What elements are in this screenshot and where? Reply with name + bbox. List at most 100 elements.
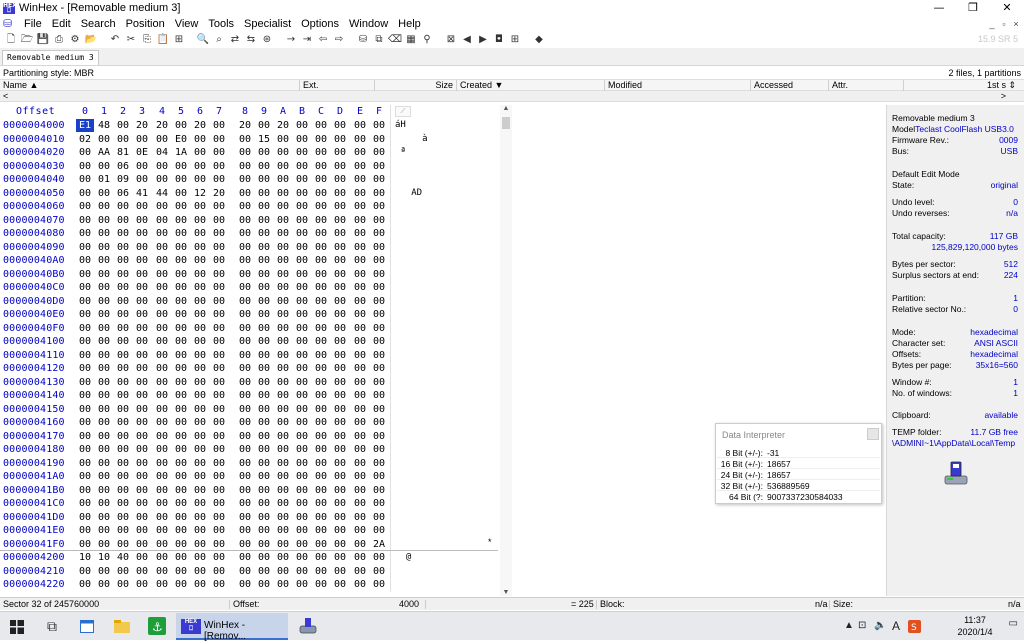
- hex-byte[interactable]: 00: [255, 335, 273, 348]
- hex-byte[interactable]: 00: [172, 173, 190, 186]
- hex-byte[interactable]: 00: [153, 565, 171, 578]
- hex-byte[interactable]: 00: [210, 430, 228, 443]
- print-icon[interactable]: ⎙: [51, 33, 67, 47]
- hex-byte[interactable]: 00: [274, 160, 292, 173]
- hex-byte[interactable]: 00: [236, 281, 254, 294]
- hex-byte[interactable]: 00: [133, 227, 151, 240]
- hex-byte[interactable]: 00: [274, 322, 292, 335]
- hex-byte[interactable]: 00: [133, 403, 151, 416]
- hex-byte[interactable]: 00: [351, 133, 369, 146]
- hex-byte[interactable]: 00: [95, 470, 113, 483]
- hex-byte[interactable]: 01: [95, 173, 113, 186]
- snapshot-icon[interactable]: ◘: [491, 33, 507, 47]
- hex-byte[interactable]: 00: [351, 457, 369, 470]
- column-attr[interactable]: Attr.: [829, 80, 904, 91]
- hex-byte[interactable]: 00: [236, 200, 254, 213]
- hex-byte[interactable]: 00: [351, 295, 369, 308]
- hex-byte[interactable]: 00: [114, 403, 132, 416]
- hex-byte[interactable]: 00: [293, 268, 311, 281]
- hex-byte[interactable]: 00: [370, 484, 388, 497]
- column-size[interactable]: Size: [375, 80, 457, 91]
- hex-byte[interactable]: 00: [293, 349, 311, 362]
- hex-byte[interactable]: 00: [331, 484, 349, 497]
- hex-byte[interactable]: 00: [172, 254, 190, 267]
- menu-help[interactable]: Help: [393, 16, 426, 32]
- hex-vertical-scrollbar[interactable]: ▲ ▼: [500, 105, 512, 596]
- hex-byte[interactable]: 00: [210, 416, 228, 429]
- hex-byte[interactable]: 00: [236, 187, 254, 200]
- hex-byte[interactable]: 00: [95, 524, 113, 537]
- hex-byte[interactable]: 00: [255, 403, 273, 416]
- hex-byte[interactable]: 00: [236, 497, 254, 510]
- hex-byte[interactable]: 00: [95, 214, 113, 227]
- row-text[interactable]: @: [395, 551, 411, 564]
- hex-byte[interactable]: 00: [95, 308, 113, 321]
- hex-byte[interactable]: 00: [331, 173, 349, 186]
- hex-byte[interactable]: 00: [293, 443, 311, 456]
- hex-byte[interactable]: 00: [370, 187, 388, 200]
- hex-byte[interactable]: 00: [274, 268, 292, 281]
- hex-byte[interactable]: 00: [293, 389, 311, 402]
- hex-byte[interactable]: 00: [370, 308, 388, 321]
- hex-byte[interactable]: 00: [95, 160, 113, 173]
- hex-byte[interactable]: 00: [95, 362, 113, 375]
- row-text[interactable]: AD: [395, 187, 422, 200]
- hex-byte[interactable]: 00: [236, 160, 254, 173]
- hex-byte[interactable]: 00: [210, 362, 228, 375]
- hex-byte[interactable]: 00: [293, 227, 311, 240]
- hex-byte[interactable]: 00: [255, 389, 273, 402]
- hex-byte[interactable]: 00: [236, 295, 254, 308]
- hex-byte[interactable]: 00: [210, 119, 228, 132]
- hex-byte[interactable]: 00: [95, 133, 113, 146]
- hex-byte[interactable]: 00: [172, 200, 190, 213]
- hex-byte[interactable]: 00: [351, 214, 369, 227]
- hex-byte[interactable]: 00: [95, 457, 113, 470]
- hex-byte[interactable]: 00: [312, 133, 330, 146]
- hex-byte[interactable]: 00: [370, 524, 388, 537]
- hex-byte[interactable]: 00: [153, 214, 171, 227]
- hex-byte[interactable]: E0: [172, 133, 190, 146]
- hex-byte[interactable]: 00: [114, 281, 132, 294]
- goto-sector-icon[interactable]: ⇥: [299, 33, 315, 47]
- hex-byte[interactable]: 00: [153, 416, 171, 429]
- hex-byte[interactable]: 00: [370, 470, 388, 483]
- hex-byte[interactable]: 00: [274, 146, 292, 159]
- hex-byte[interactable]: 00: [172, 551, 190, 564]
- hex-byte[interactable]: 00: [312, 484, 330, 497]
- hex-byte[interactable]: 00: [274, 362, 292, 375]
- hex-byte[interactable]: 00: [133, 578, 151, 591]
- hex-byte[interactable]: 00: [293, 565, 311, 578]
- row-text[interactable]: à: [395, 133, 427, 146]
- hex-byte[interactable]: 00: [293, 457, 311, 470]
- hex-byte[interactable]: 00: [210, 389, 228, 402]
- hex-byte[interactable]: 00: [236, 524, 254, 537]
- notification-icon[interactable]: ▭: [1009, 618, 1018, 630]
- hex-byte[interactable]: 00: [351, 119, 369, 132]
- file-explorer-icon[interactable]: [114, 620, 130, 633]
- replace-hex-icon[interactable]: ⇆: [243, 33, 259, 47]
- hex-byte[interactable]: 10: [76, 551, 94, 564]
- hex-byte[interactable]: 00: [191, 200, 209, 213]
- hex-byte[interactable]: 00: [293, 146, 311, 159]
- hex-byte[interactable]: 00: [76, 443, 94, 456]
- hex-byte[interactable]: 00: [312, 416, 330, 429]
- search-icon[interactable]: ⚲: [419, 33, 435, 47]
- hex-byte[interactable]: 00: [293, 511, 311, 524]
- hex-byte[interactable]: 00: [293, 281, 311, 294]
- hex-byte[interactable]: 00: [370, 335, 388, 348]
- hex-byte[interactable]: 00: [312, 160, 330, 173]
- hex-byte[interactable]: 00: [255, 295, 273, 308]
- hex-byte[interactable]: 00: [95, 497, 113, 510]
- hex-byte[interactable]: 00: [191, 551, 209, 564]
- hex-byte[interactable]: 00: [255, 160, 273, 173]
- hex-byte[interactable]: 00: [172, 308, 190, 321]
- hex-byte[interactable]: 00: [312, 214, 330, 227]
- hex-byte[interactable]: 00: [312, 457, 330, 470]
- hex-byte[interactable]: 00: [370, 457, 388, 470]
- hex-byte[interactable]: 00: [331, 308, 349, 321]
- hex-byte[interactable]: 00: [312, 322, 330, 335]
- mdi-close-button[interactable]: ×: [1010, 16, 1022, 32]
- hex-byte[interactable]: 12: [191, 187, 209, 200]
- hex-byte[interactable]: 00: [274, 430, 292, 443]
- hex-byte[interactable]: 00: [114, 322, 132, 335]
